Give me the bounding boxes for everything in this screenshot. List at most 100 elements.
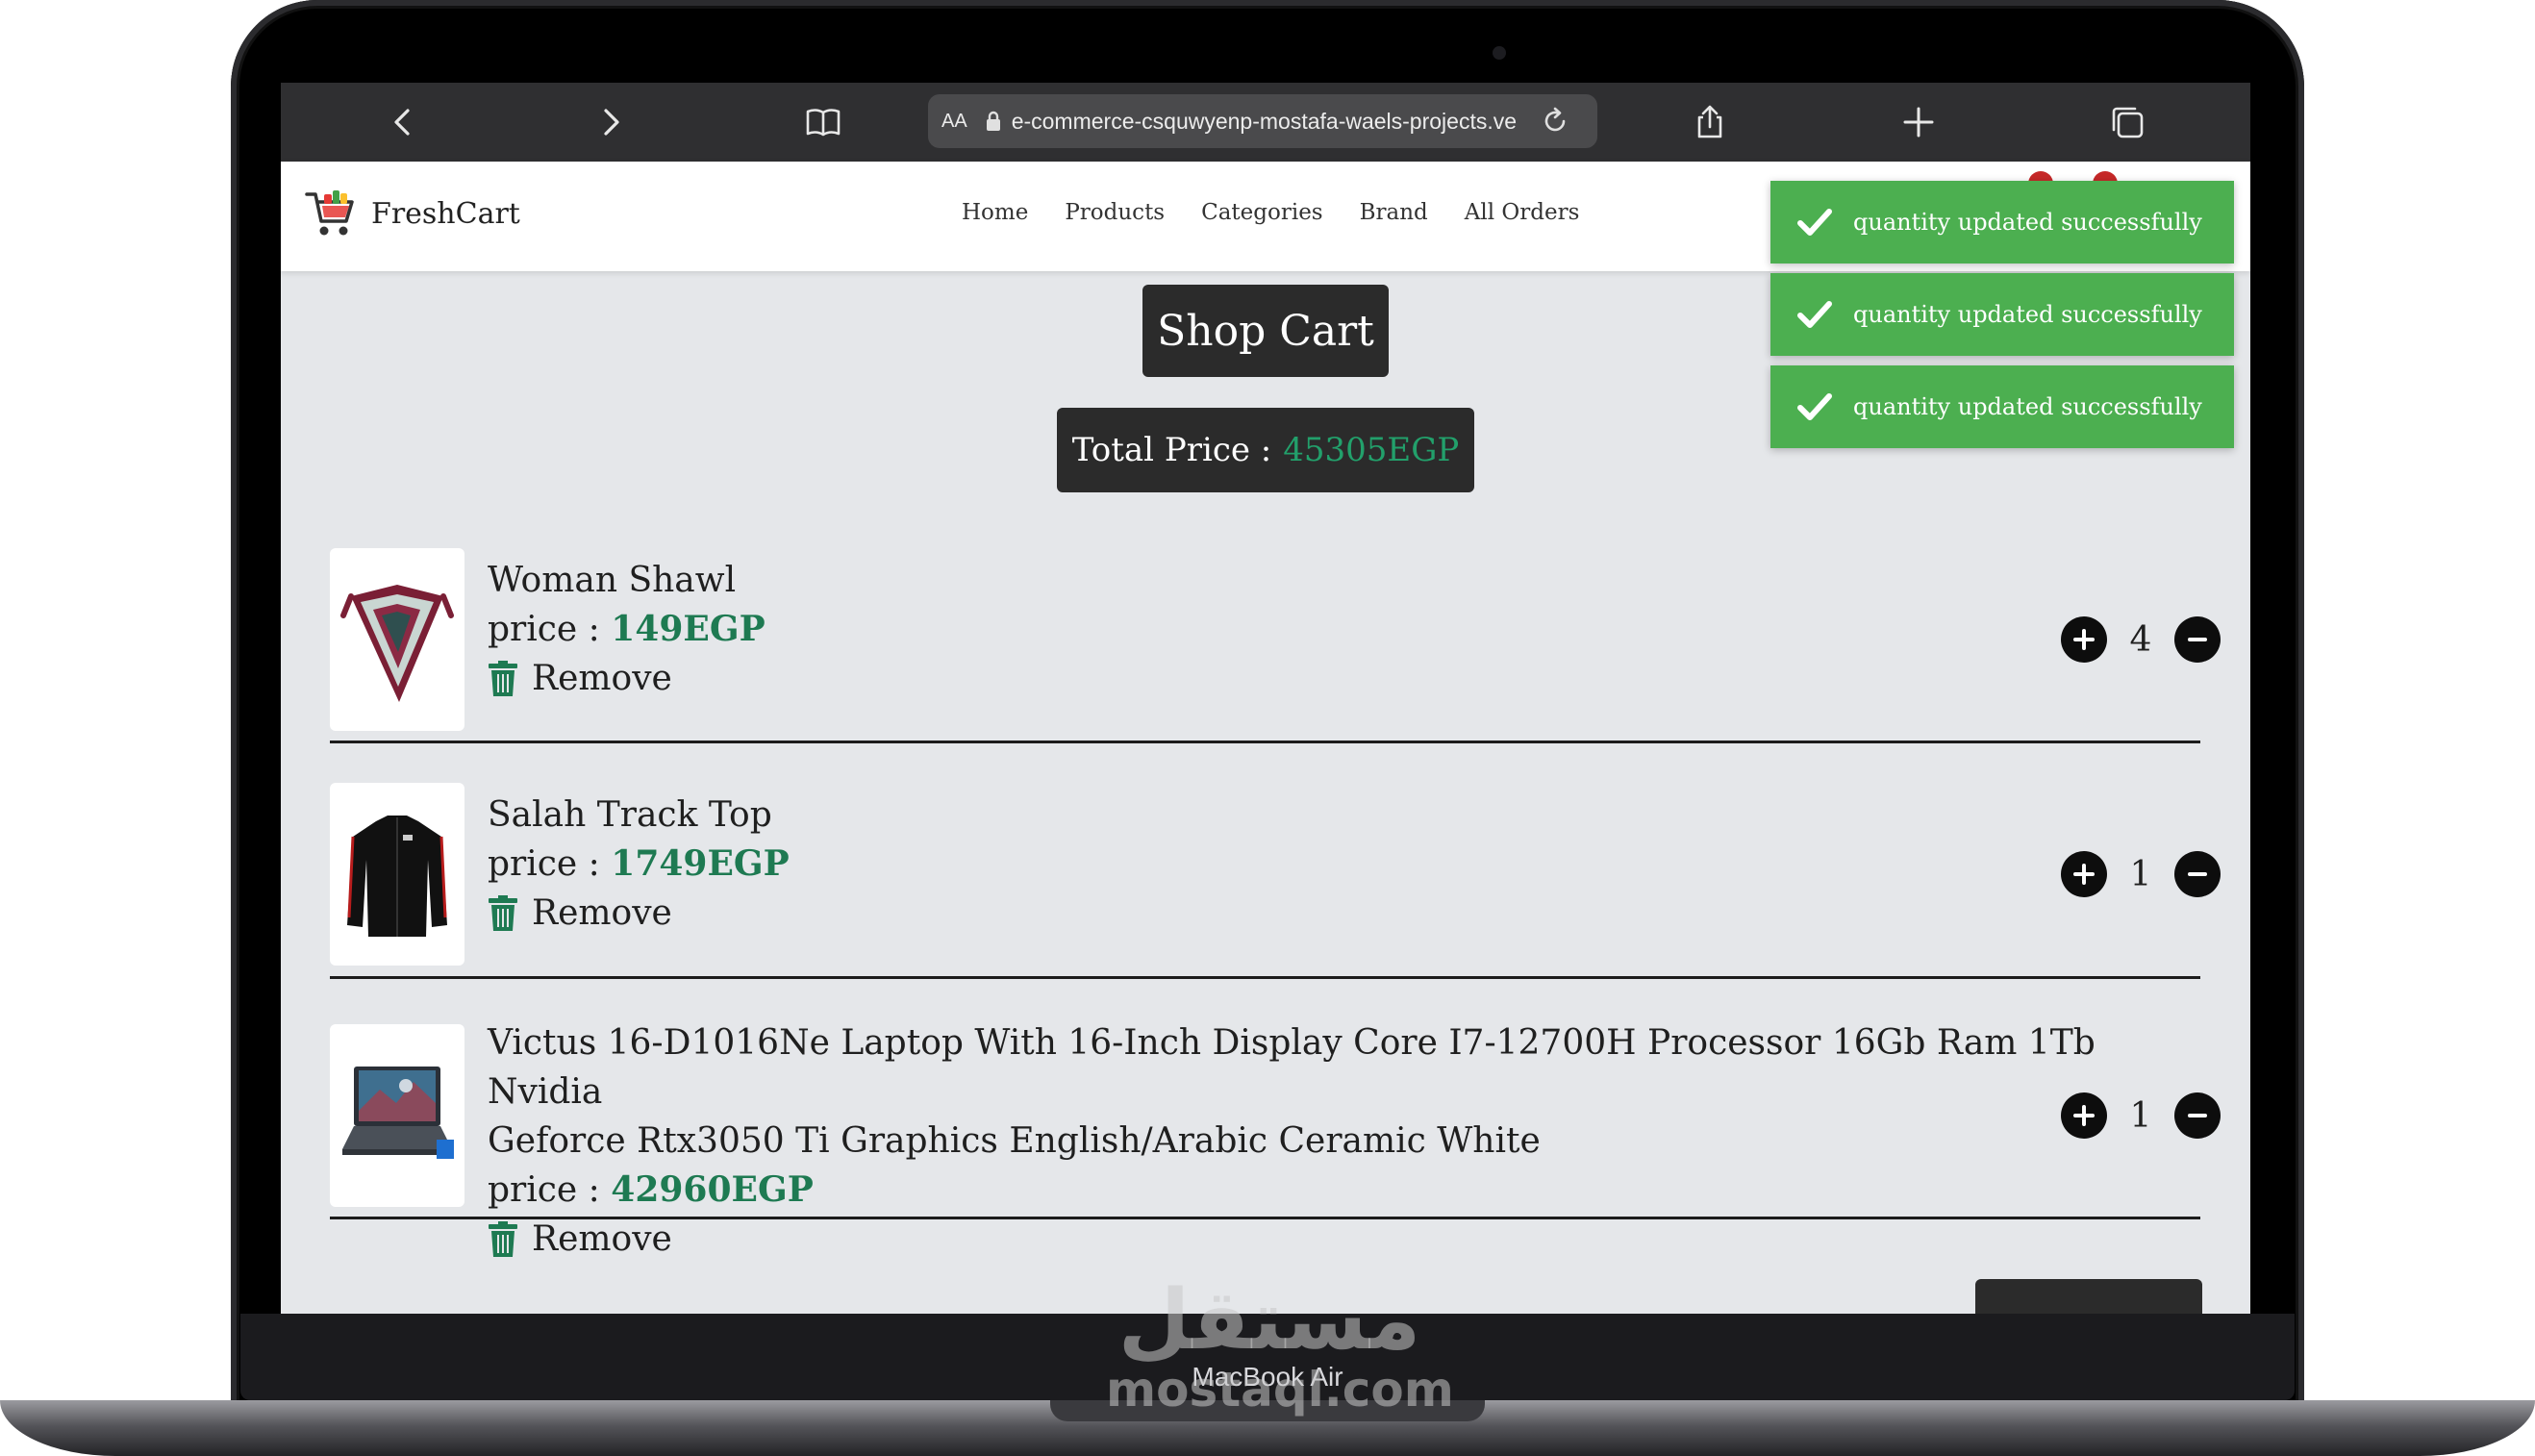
remove-button[interactable]: Remove (488, 1215, 2200, 1264)
remove-label: Remove (532, 1219, 672, 1259)
toast-stack: quantity updated successfully quantity u… (1770, 181, 2234, 458)
remove-label: Remove (532, 893, 672, 933)
total-price-value: 45305EGP (1283, 431, 1460, 469)
plus-icon (2073, 629, 2095, 650)
track-top-image (347, 816, 447, 937)
toast-message: quantity updated successfully (1853, 393, 2202, 420)
product-image[interactable] (330, 783, 464, 966)
item-details: Woman Shawl price : 149EGP Remove (488, 556, 766, 703)
total-price-label: Total Price : (1071, 431, 1272, 469)
item-name: Victus 16-D1016Ne Laptop With 16-Inch Di… (488, 1023, 2096, 1112)
remove-button[interactable]: Remove (488, 654, 766, 703)
quantity-stepper: 1 (2061, 1092, 2221, 1139)
tabs-icon (2112, 107, 2144, 138)
item-divider (330, 741, 2200, 743)
nav-links: Home Products Categories Brand All Order… (962, 200, 1579, 225)
nav-link-home[interactable]: Home (962, 200, 1028, 225)
item-details: Victus 16-D1016Ne Laptop With 16-Inch Di… (488, 1018, 2200, 1264)
price-value: 42960EGP (611, 1169, 814, 1210)
laptop-base-notch (1050, 1400, 1485, 1421)
checkmark-icon (1797, 393, 1832, 420)
price-value: 1749EGP (611, 843, 790, 884)
shopping-cart-logo-icon (305, 190, 354, 236)
book-icon (806, 109, 841, 137)
browser-toolbar: AA e-commerce-csquwyenp-mostafa-waels-pr… (281, 83, 2250, 162)
lock-icon (985, 111, 1002, 132)
device-model-label: MacBook Air (1192, 1362, 1343, 1392)
nav-link-categories[interactable]: Categories (1201, 200, 1323, 225)
forward-button[interactable] (589, 100, 633, 144)
shawl-image (340, 585, 454, 702)
tabs-overview-button[interactable] (2105, 100, 2149, 144)
item-price: price : 1749EGP (488, 840, 790, 889)
chevron-left-icon (394, 109, 410, 136)
trash-icon (489, 894, 517, 931)
remove-button[interactable]: Remove (488, 889, 790, 938)
toast-message: quantity updated successfully (1853, 301, 2202, 328)
page-title: Shop Cart (1142, 285, 1389, 377)
item-divider (330, 1217, 2200, 1219)
cart-item: Woman Shawl price : 149EGP Remove 4 (330, 548, 2221, 812)
price-value: 149EGP (611, 609, 766, 649)
laptop-image (342, 1067, 454, 1159)
nav-link-brand[interactable]: Brand (1360, 200, 1428, 225)
product-image[interactable] (330, 1024, 464, 1207)
nav-link-all-orders[interactable]: All Orders (1465, 200, 1580, 225)
back-button[interactable] (381, 100, 425, 144)
share-button[interactable] (1688, 100, 1732, 144)
remove-label: Remove (532, 659, 672, 698)
quantity-value: 1 (2129, 1095, 2152, 1136)
decrease-quantity-button[interactable] (2174, 851, 2221, 897)
address-bar[interactable]: AA e-commerce-csquwyenp-mostafa-waels-pr… (928, 94, 1597, 148)
brand-name: FreshCart (371, 196, 520, 231)
item-price: price : 42960EGP (488, 1166, 2200, 1215)
quantity-stepper: 4 (2061, 616, 2221, 663)
cart-item: Salah Track Top price : 1749EGP Remove 1 (330, 783, 2221, 1046)
minus-icon (2188, 638, 2207, 641)
nav-link-products[interactable]: Products (1065, 200, 1165, 225)
decrease-quantity-button[interactable] (2174, 616, 2221, 663)
increase-quantity-button[interactable] (2061, 616, 2107, 663)
checkmark-icon (1797, 301, 1832, 328)
checkout-button[interactable] (1975, 1279, 2202, 1314)
screen: AA e-commerce-csquwyenp-mostafa-waels-pr… (281, 83, 2250, 1314)
item-name: Salah Track Top (488, 795, 772, 835)
item-price: price : 149EGP (488, 605, 766, 654)
item-details: Salah Track Top price : 1749EGP Remove (488, 791, 790, 938)
quantity-value: 4 (2129, 619, 2152, 660)
item-name-continued: Geforce Rtx3050 Ti Graphics English/Arab… (488, 1121, 1541, 1161)
increase-quantity-button[interactable] (2061, 1092, 2107, 1139)
minus-icon (2188, 1114, 2207, 1117)
new-tab-button[interactable] (1896, 100, 1941, 144)
checkmark-icon (1797, 209, 1832, 236)
plus-icon (1903, 107, 1934, 138)
cart-item: Victus 16-D1016Ne Laptop With 16-Inch Di… (330, 1023, 2221, 1288)
quantity-value: 1 (2129, 854, 2152, 894)
success-toast[interactable]: quantity updated successfully (1770, 181, 2234, 264)
trash-icon (489, 660, 517, 696)
camera-icon (1493, 46, 1506, 60)
minus-icon (2188, 872, 2207, 876)
item-divider (330, 976, 2200, 979)
price-label: price : (488, 610, 600, 649)
plus-icon (2073, 864, 2095, 885)
bookmarks-button[interactable] (801, 100, 845, 144)
reload-icon[interactable] (1541, 107, 1569, 136)
decrease-quantity-button[interactable] (2174, 1092, 2221, 1139)
quantity-stepper: 1 (2061, 851, 2221, 897)
price-label: price : (488, 1170, 600, 1210)
success-toast[interactable]: quantity updated successfully (1770, 365, 2234, 448)
toast-message: quantity updated successfully (1853, 209, 2202, 236)
product-image[interactable] (330, 548, 464, 731)
trash-icon (489, 1220, 517, 1257)
price-label: price : (488, 844, 600, 884)
reader-text-size-button[interactable]: AA (941, 111, 967, 133)
success-toast[interactable]: quantity updated successfully (1770, 273, 2234, 356)
url-text: e-commerce-csquwyenp-mostafa-waels-proje… (1011, 108, 1518, 134)
chevron-right-icon (604, 109, 619, 136)
brand-logo-link[interactable]: FreshCart (304, 188, 520, 238)
item-name: Woman Shawl (488, 561, 737, 600)
increase-quantity-button[interactable] (2061, 851, 2107, 897)
share-icon (1697, 105, 1722, 138)
total-price-box: Total Price : 45305EGP (1057, 408, 1474, 492)
